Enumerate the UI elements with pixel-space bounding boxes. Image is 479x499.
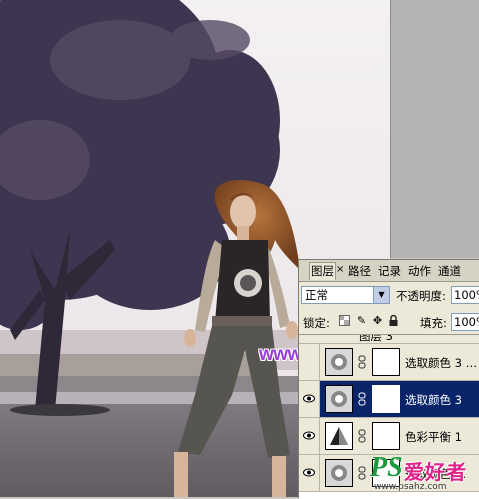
eye-icon xyxy=(303,431,315,440)
close-icon[interactable]: × xyxy=(336,264,344,275)
eye-icon xyxy=(303,468,315,477)
color-balance-icon xyxy=(330,427,348,445)
layer-row-selected[interactable]: 选取颜色 3 xyxy=(299,381,479,418)
layer-row[interactable]: 图层 3 xyxy=(299,335,479,344)
brush-icon[interactable]: ✎ xyxy=(356,315,367,327)
watermark-logo: PS 爱好者 www.psahz.com xyxy=(370,452,478,496)
visibility-toggle[interactable] xyxy=(299,344,320,380)
layer-row[interactable]: 选取颜色 3 … xyxy=(299,344,479,381)
eye-icon xyxy=(303,394,315,403)
layer-name: 选取颜色 3 xyxy=(405,393,462,407)
visibility-toggle[interactable] xyxy=(299,381,320,417)
lock-icon[interactable] xyxy=(388,314,399,327)
move-icon[interactable]: ✥ xyxy=(372,315,383,327)
selective-color-icon xyxy=(326,349,352,375)
link-icon[interactable] xyxy=(358,355,366,369)
fill-label: 填充: xyxy=(420,316,447,330)
tab-paths[interactable]: 路径 xyxy=(347,263,372,280)
link-icon[interactable] xyxy=(358,466,366,480)
tab-layers[interactable]: 图层 xyxy=(309,262,336,280)
lock-label: 锁定: xyxy=(303,316,330,330)
selective-color-icon xyxy=(326,460,352,486)
mask-thumbnail[interactable] xyxy=(372,348,400,376)
layer-row[interactable]: 色彩平衡 1 xyxy=(299,418,479,455)
watermark-logo-url: www.psahz.com xyxy=(374,482,447,492)
watermark-logo-text: 爱好者 xyxy=(404,460,467,484)
layer-name: 图层 3 xyxy=(359,334,393,343)
tab-actions[interactable]: 动作 xyxy=(407,263,432,280)
blend-mode-select[interactable]: 正常 ▼ xyxy=(301,286,390,304)
adjustment-thumbnail xyxy=(325,348,353,376)
layer-name: 选取颜色 3 … xyxy=(405,356,478,370)
adjustment-thumbnail xyxy=(325,385,353,413)
tab-history[interactable]: 记录 xyxy=(377,263,402,280)
tab-channels[interactable]: 通道 xyxy=(437,263,462,280)
opacity-input[interactable]: 100% xyxy=(451,286,479,304)
visibility-toggle[interactable] xyxy=(299,418,320,454)
mask-thumbnail[interactable] xyxy=(372,385,400,413)
opacity-label: 不透明度: xyxy=(396,289,446,303)
visibility-toggle[interactable] xyxy=(299,455,320,491)
link-icon[interactable] xyxy=(358,429,366,443)
panel-tabs: 图层 × 路径 记录 动作 通道 xyxy=(299,260,479,282)
chevron-down-icon[interactable]: ▼ xyxy=(373,287,389,303)
fill-input[interactable]: 100% xyxy=(451,313,479,331)
selective-color-icon xyxy=(326,386,352,412)
canvas-gutter xyxy=(390,0,479,258)
blend-mode-value: 正常 xyxy=(305,288,328,302)
adjustment-thumbnail xyxy=(325,459,353,487)
mask-thumbnail[interactable] xyxy=(372,422,400,450)
lock-transparency-icon[interactable] xyxy=(339,315,350,327)
layer-name: 色彩平衡 1 xyxy=(405,430,462,444)
link-icon[interactable] xyxy=(358,392,366,406)
watermark-logo-ps: PS xyxy=(370,452,403,483)
adjustment-thumbnail xyxy=(325,422,353,450)
